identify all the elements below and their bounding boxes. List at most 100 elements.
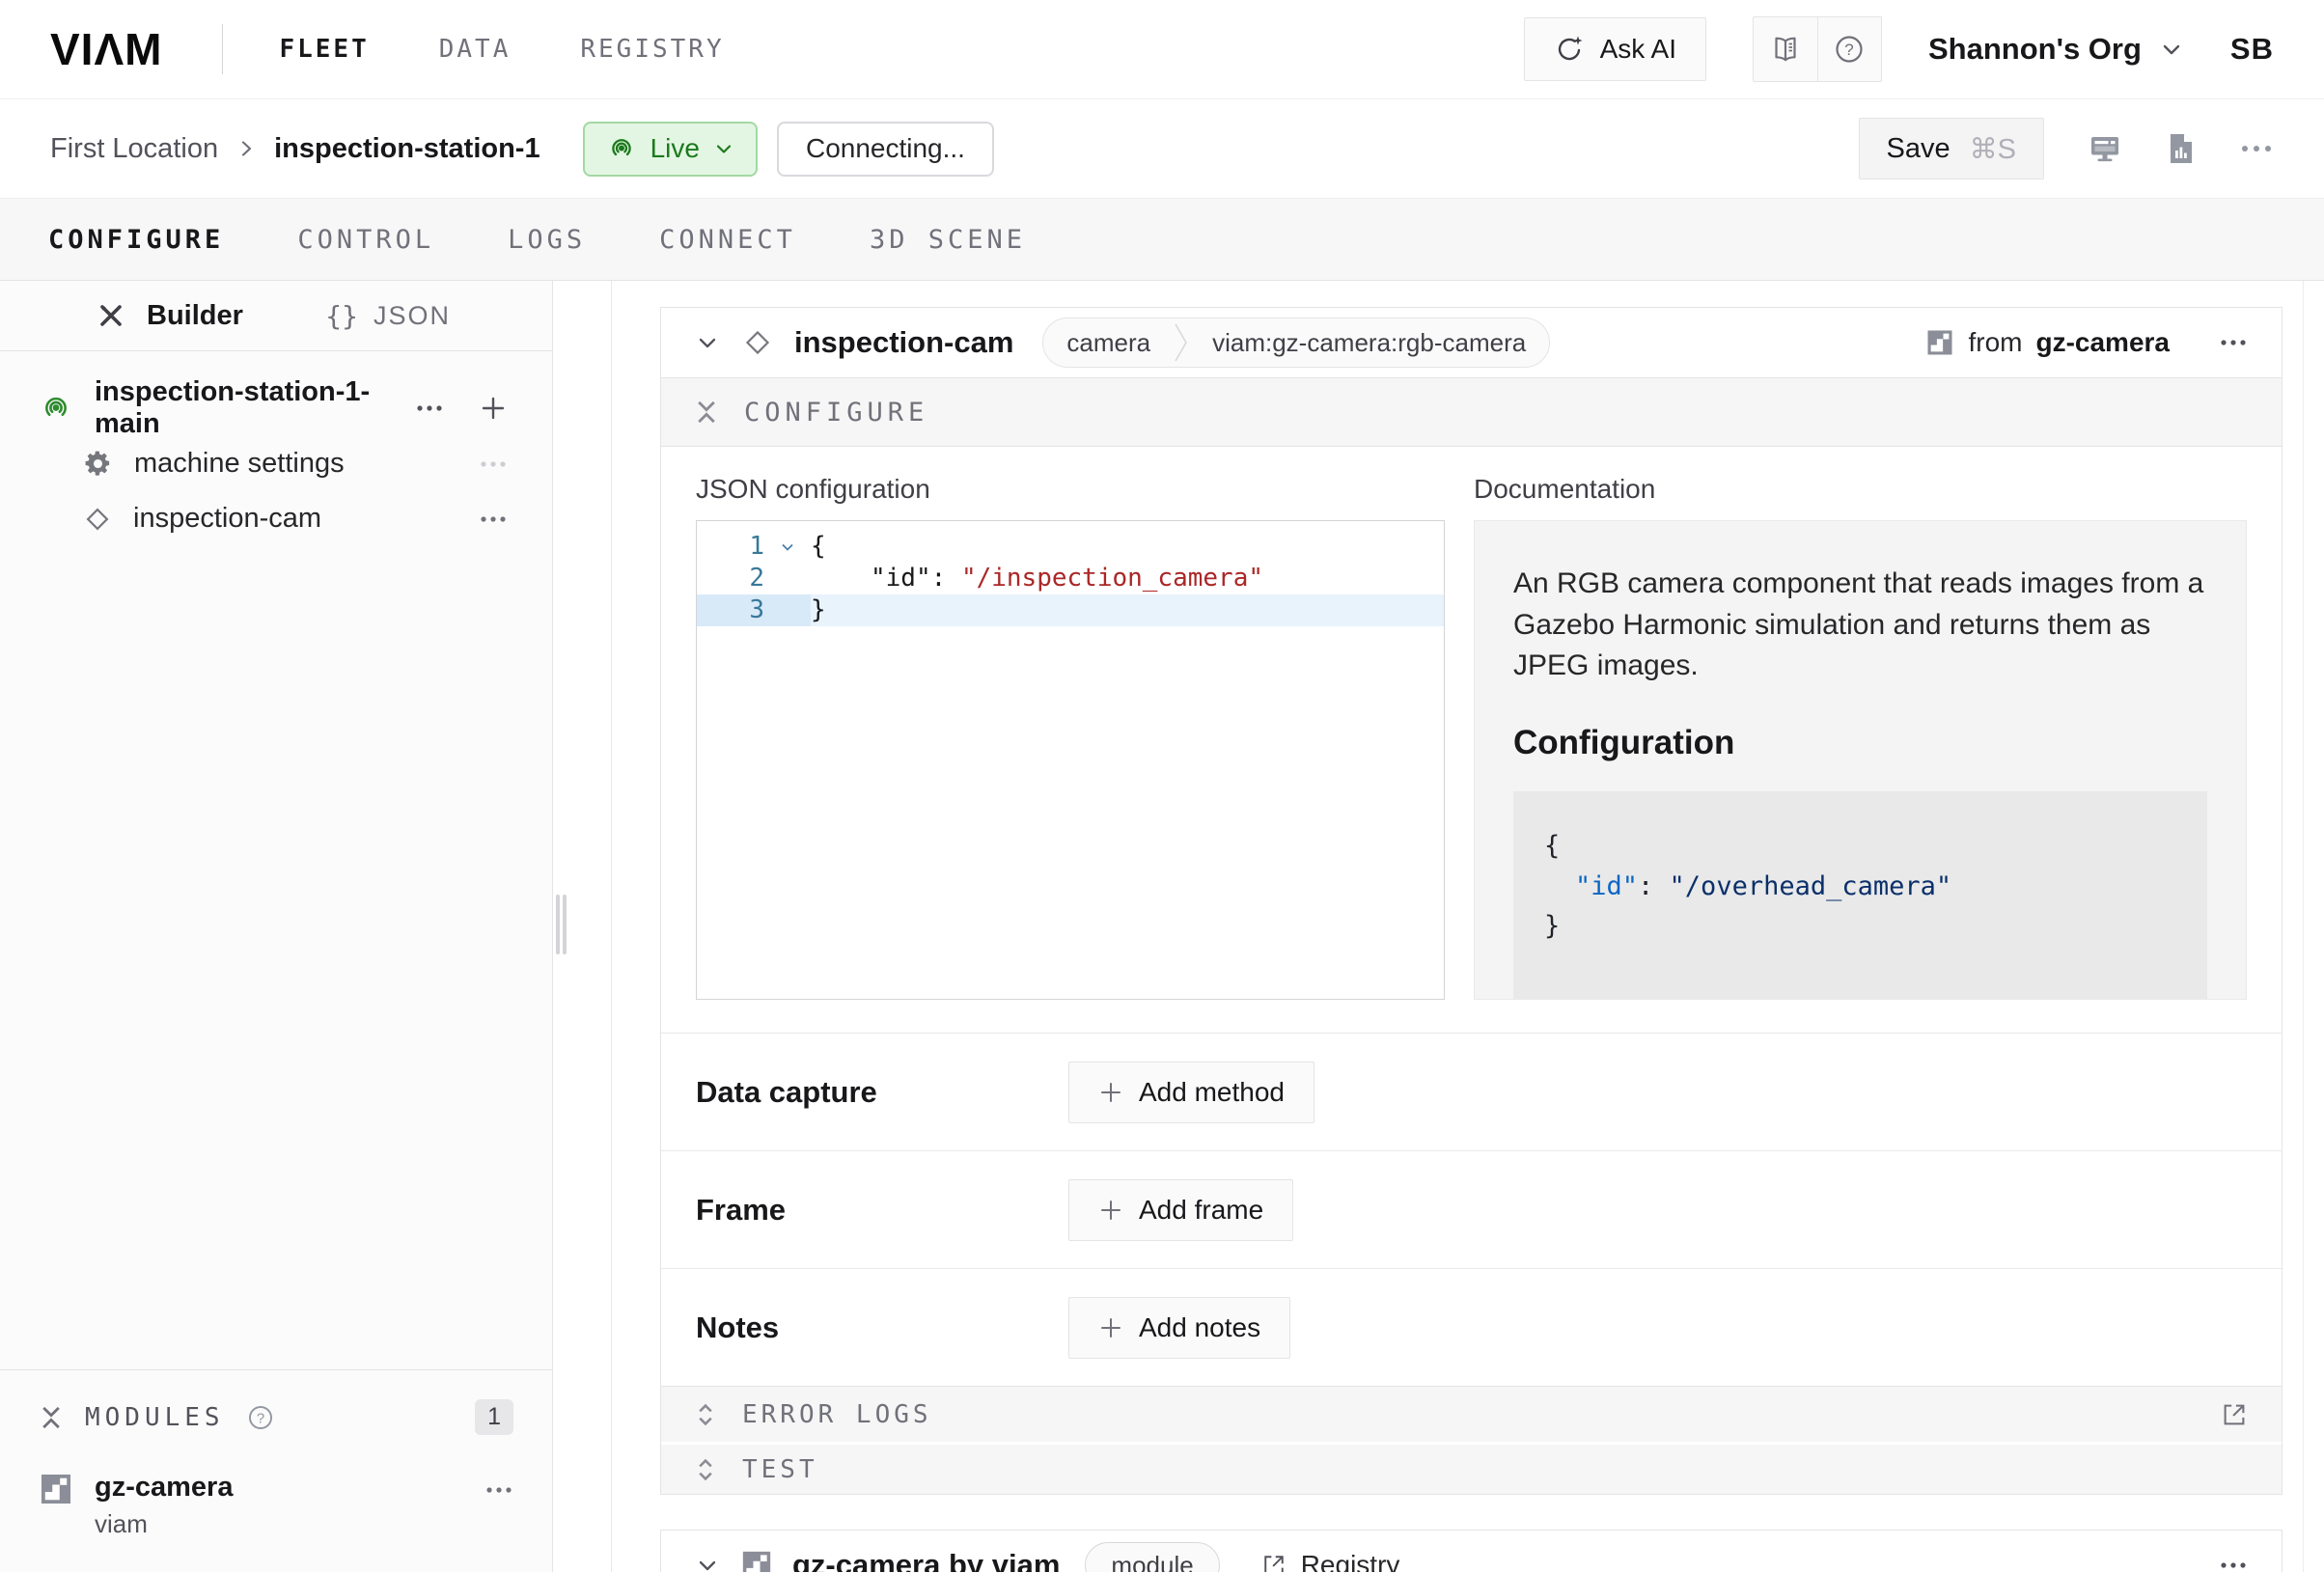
documentation-column: Documentation An RGB camera component th… bbox=[1474, 474, 2247, 1000]
data-capture-label: Data capture bbox=[696, 1075, 1068, 1110]
component-model: viam:gz-camera:rgb-camera bbox=[1189, 328, 1549, 358]
save-button[interactable]: Save ⌘S bbox=[1859, 118, 2044, 179]
user-avatar[interactable]: SB bbox=[2230, 32, 2274, 67]
tab-3d-scene[interactable]: 3D SCENE bbox=[870, 225, 1026, 255]
open-logs-external-icon[interactable] bbox=[2220, 1400, 2249, 1429]
viam-logo[interactable]: VIΛM bbox=[50, 23, 162, 75]
scroll-gutter-line bbox=[2303, 281, 2304, 1572]
primary-nav: FLEET DATA REGISTRY bbox=[279, 35, 724, 64]
json-config-editor[interactable]: 1 { 2 "id": "/inspection_camera" 3 } bbox=[696, 520, 1445, 1000]
org-switcher[interactable]: Shannon's Org bbox=[1928, 32, 2184, 67]
builder-label: Builder bbox=[147, 300, 243, 332]
component-type-pill: camera viam:gz-camera:rgb-camera bbox=[1042, 317, 1550, 368]
component-type: camera bbox=[1043, 328, 1174, 358]
help-button[interactable]: ? bbox=[1817, 17, 1881, 81]
module-org: viam bbox=[95, 1509, 233, 1539]
live-status-label: Live bbox=[650, 133, 700, 164]
registry-link[interactable]: Registry bbox=[1260, 1550, 1400, 1572]
frame-row: Frame Add frame bbox=[661, 1150, 2282, 1268]
chevron-down-icon[interactable] bbox=[694, 1552, 721, 1572]
ask-ai-button[interactable]: Ask AI bbox=[1524, 17, 1706, 81]
tab-control[interactable]: CONTROL bbox=[297, 225, 434, 255]
component-menu-button[interactable] bbox=[2218, 338, 2249, 347]
notes-label: Notes bbox=[696, 1311, 1068, 1345]
from-module-name[interactable]: gz-camera bbox=[2035, 327, 2170, 358]
add-notes-button[interactable]: Add notes bbox=[1068, 1297, 1290, 1359]
part-menu-button[interactable] bbox=[415, 403, 444, 413]
docs-button[interactable] bbox=[1754, 17, 1817, 81]
module-card-gz-camera: gz-camera by viam module Registry bbox=[660, 1530, 2282, 1572]
json-mode-toggle[interactable]: {} JSON bbox=[325, 300, 451, 332]
config-main-panel: inspection-cam camera viam:gz-camera:rgb… bbox=[612, 281, 2324, 1572]
frame-label: Frame bbox=[696, 1193, 1068, 1228]
test-bar[interactable]: TEST bbox=[661, 1442, 2282, 1494]
module-icon bbox=[1925, 328, 1954, 357]
module-icon bbox=[740, 1549, 773, 1572]
module-list-item[interactable]: gz-camera viam bbox=[39, 1472, 513, 1539]
item-menu-button[interactable] bbox=[479, 514, 508, 524]
machine-report-button[interactable] bbox=[2166, 132, 2195, 165]
json-value: "/overhead_camera" bbox=[1670, 871, 1952, 901]
save-shortcut: ⌘S bbox=[1970, 132, 2016, 166]
chevron-down-icon[interactable] bbox=[694, 329, 721, 356]
doc-description: An RGB camera component that reads image… bbox=[1513, 564, 2207, 687]
tab-configure[interactable]: CONFIGURE bbox=[48, 225, 224, 255]
editor-line: 1 { bbox=[697, 531, 1444, 563]
gear-icon bbox=[83, 449, 113, 479]
question-circle-icon[interactable]: ? bbox=[246, 1403, 275, 1432]
report-file-icon bbox=[2166, 132, 2195, 165]
documentation-panel: An RGB camera component that reads image… bbox=[1474, 520, 2247, 1000]
module-card-title: gz-camera by viam bbox=[792, 1548, 1060, 1572]
tree-root-main-part[interactable]: inspection-station-1-main bbox=[0, 380, 552, 436]
collapse-icon[interactable] bbox=[39, 1404, 64, 1431]
doc-code-block: { "id": "/overhead_camera" } bbox=[1513, 791, 2207, 1000]
nav-link-data[interactable]: DATA bbox=[439, 35, 512, 64]
nav-link-fleet[interactable]: FLEET bbox=[279, 35, 369, 64]
add-frame-label: Add frame bbox=[1139, 1195, 1263, 1226]
json-config-label: JSON configuration bbox=[696, 474, 1445, 505]
json-mode-label: JSON bbox=[374, 301, 451, 331]
external-link-icon bbox=[1260, 1552, 1287, 1572]
builder-mode-toggle[interactable]: Builder bbox=[97, 300, 243, 332]
svg-text:?: ? bbox=[256, 1410, 263, 1426]
fold-chevron-icon[interactable] bbox=[764, 531, 811, 563]
modules-count-badge: 1 bbox=[475, 1399, 513, 1435]
machine-header: First Location inspection-station-1 Live… bbox=[0, 99, 2324, 198]
add-frame-button[interactable]: Add frame bbox=[1068, 1179, 1293, 1241]
collapse-icon bbox=[694, 1402, 717, 1427]
json-key: "id" bbox=[1575, 871, 1638, 901]
tab-connect[interactable]: CONNECT bbox=[659, 225, 796, 255]
module-card-menu-button[interactable] bbox=[2218, 1560, 2249, 1570]
nav-divider bbox=[222, 24, 223, 74]
tab-logs[interactable]: LOGS bbox=[508, 225, 586, 255]
item-menu-button[interactable] bbox=[479, 459, 508, 469]
save-label: Save bbox=[1887, 133, 1950, 165]
add-component-button[interactable] bbox=[479, 394, 508, 423]
code-text: } bbox=[811, 594, 826, 626]
chevron-down-icon bbox=[2159, 37, 2184, 62]
json-config-column: JSON configuration 1 { 2 "id": "/inspect… bbox=[696, 474, 1445, 1000]
nav-link-registry[interactable]: REGISTRY bbox=[580, 35, 724, 64]
collapse-icon[interactable] bbox=[694, 399, 719, 426]
json-key: "id" bbox=[871, 564, 931, 593]
sidebar-gutter bbox=[553, 281, 612, 1572]
breadcrumb-chevron-icon bbox=[235, 138, 257, 159]
breadcrumb-location[interactable]: First Location bbox=[50, 133, 218, 165]
top-nav: VIΛM FLEET DATA REGISTRY Ask AI ? bbox=[0, 0, 2324, 99]
module-menu-button[interactable] bbox=[484, 1472, 513, 1495]
plus-icon bbox=[1098, 1315, 1123, 1340]
tree-item-machine-settings[interactable]: machine settings bbox=[0, 436, 552, 491]
builder-tools-icon bbox=[97, 301, 125, 330]
connecting-button[interactable]: Connecting... bbox=[777, 122, 994, 177]
sidebar-resize-handle[interactable] bbox=[556, 895, 567, 954]
error-logs-bar[interactable]: ERROR LOGS bbox=[661, 1386, 2282, 1442]
machine-menu-button[interactable] bbox=[2239, 143, 2274, 154]
tree-item-inspection-cam[interactable]: inspection-cam bbox=[0, 491, 552, 546]
modules-panel: MODULES ? 1 gz-camera viam bbox=[0, 1369, 552, 1572]
notes-row: Notes Add notes bbox=[661, 1268, 2282, 1386]
add-method-button[interactable]: Add method bbox=[1068, 1062, 1314, 1123]
chevron-down-icon bbox=[713, 138, 734, 159]
add-method-label: Add method bbox=[1139, 1077, 1285, 1108]
remote-view-button[interactable] bbox=[2089, 133, 2121, 164]
live-status-badge[interactable]: Live bbox=[583, 122, 758, 177]
